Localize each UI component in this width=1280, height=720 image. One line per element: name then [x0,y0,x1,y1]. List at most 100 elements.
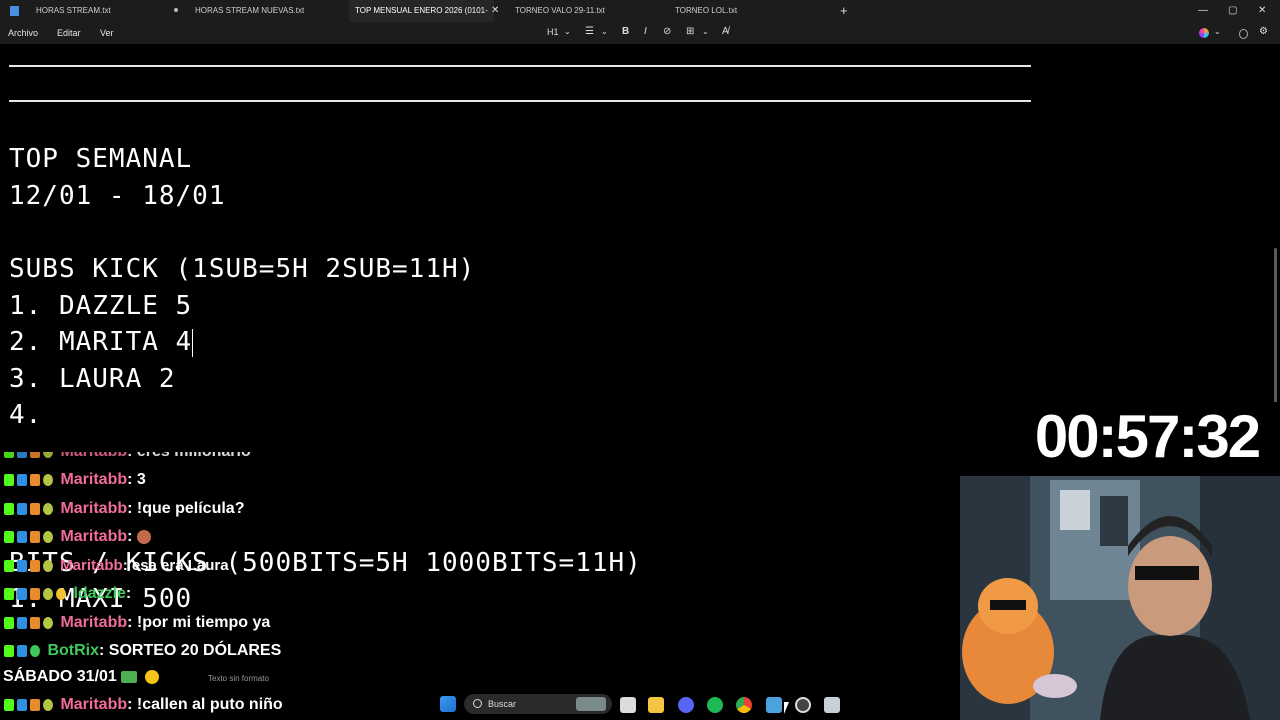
discord-icon[interactable] [678,697,694,713]
chat-username: BotRix [47,642,100,659]
tab-label: HORAS STREAM NUEVAS.txt [195,6,305,15]
account-icon[interactable] [1239,29,1248,39]
kick-badge-icon [4,473,14,486]
chat-text: : !por mi tiempo ya [127,614,271,631]
close-window-button[interactable]: ✕ [1258,0,1266,22]
notepad-app-icon [10,6,19,16]
copilot-icon[interactable] [1199,28,1209,38]
chat-text: : !callen al puto niño [127,696,283,713]
gift-badge-icon [30,530,40,543]
chat-username: Maritabb [60,614,128,631]
chat-text: : [127,528,137,545]
overlay-date-text: SÁBADO 31/01 [3,668,117,685]
webcam-feed [960,476,1280,720]
list-icon[interactable]: ☰ [585,22,594,42]
file-explorer-icon[interactable] [648,697,664,713]
chat-message: ldazzle: [4,582,131,606]
chrome-icon[interactable] [736,697,752,713]
tab-horas-stream-nuevas[interactable]: HORAS STREAM NUEVAS.txt [195,0,304,22]
chat-username: Maritabb [60,471,128,488]
moderator-badge-icon [17,530,27,543]
chevron-down-icon[interactable]: ⌄ [601,22,608,42]
tab-label: TOP MENSUAL ENERO 2026 (0101- [355,6,488,15]
minimize-button[interactable]: — [1198,0,1208,22]
sub-badge-icon [43,698,53,711]
gift-badge-icon [30,560,40,573]
moderator-badge-icon [17,644,27,657]
scrollbar[interactable] [1274,248,1277,418]
unsaved-dot-icon [174,8,178,12]
money-icon [121,670,138,683]
new-tab-button[interactable]: + [840,0,848,22]
chat-text: : SORTEO 20 DÓLARES [99,642,282,659]
close-tab-icon[interactable]: ✕ [491,0,499,22]
task-view-icon[interactable] [620,697,636,713]
obs-icon[interactable] [795,697,811,713]
spotify-icon[interactable] [707,697,723,713]
menu-bar: Archivo Editar Ver H1 ⌄ ☰ ⌄ B I ⊘ ⊞ ⌄ A̸… [0,22,1280,44]
sub-badge-icon [43,616,53,629]
subs-item: 1. DAZZLE 5 [9,291,193,321]
moderator-badge-icon [17,502,27,515]
tab-bar: HORAS STREAM.txt HORAS STREAM NUEVAS.txt… [0,0,1280,22]
tab-label: HORAS STREAM.txt [36,6,111,15]
verified-badge-icon [30,644,40,657]
overlay-date: SÁBADO 31/01 [3,667,162,687]
gift-badge-icon [30,587,40,600]
gear-icon[interactable]: ⚙ [1259,22,1268,42]
tab-label: TORNEO VALO 29-11.txt [515,6,605,15]
chat-message: Maritabb: 3 [4,468,146,492]
status-text: Texto sin formato [208,674,269,683]
menu-view[interactable]: Ver [100,22,114,44]
moderator-badge-icon [17,616,27,629]
kick-badge-icon [4,698,14,711]
chat-message: Maritabb: !callen al puto niño [4,693,283,717]
kick-badge-icon [4,502,14,515]
chat-username: Maritabb [60,696,128,713]
gift-badge-icon [30,616,40,629]
chevron-down-icon[interactable]: ⌄ [564,22,571,42]
link-icon[interactable]: ⊘ [663,22,671,42]
chat-username: Maritabb [60,528,128,545]
tab-torneo-valo[interactable]: TORNEO VALO 29-11.txt [515,0,605,22]
stream-timer: 00:57:32 [1014,402,1280,474]
italic-button[interactable]: I [644,22,647,42]
coin-badge-icon [56,587,66,600]
menu-edit[interactable]: Editar [57,22,81,44]
moderator-badge-icon [17,698,27,711]
chat-message: Maritabb: !por mi tiempo ya [4,611,270,635]
maximize-button[interactable]: ▢ [1228,0,1237,22]
chat-message: Maritabb: [4,525,154,549]
chat-text: : [125,585,132,602]
sub-badge-icon [43,587,53,600]
kick-badge-icon [4,530,14,543]
moderator-badge-icon [17,560,27,573]
search-placeholder: Buscar [488,699,517,709]
chat-text: : !que película? [127,500,245,517]
kick-badge-icon [4,644,14,657]
subs-item-with-caret: 2. MARITA 4 [9,327,194,357]
chevron-down-icon[interactable]: ⌄ [1214,22,1221,42]
gift-badge-icon [30,698,40,711]
kick-badge-icon [4,587,14,600]
menu-file[interactable]: Archivo [8,22,38,44]
heading-dropdown[interactable]: H1 [547,22,559,42]
taskbar-search[interactable]: Buscar [464,694,612,714]
sub-badge-icon [43,560,53,573]
windows-start-icon[interactable] [440,696,456,712]
tab-top-mensual[interactable]: TOP MENSUAL ENERO 2026 (0101- [349,0,494,22]
horizontal-rule [9,100,1031,102]
table-icon[interactable]: ⊞ [686,22,694,42]
gift-badge-icon [30,473,40,486]
calculator-icon[interactable] [824,697,840,713]
notepad-icon[interactable] [766,697,782,713]
tab-horas-stream[interactable]: HORAS STREAM.txt [36,0,111,22]
emoji-icon [144,669,159,684]
clear-formatting-icon[interactable]: A̸ [722,22,729,42]
chat-username: ldazzle [73,585,126,602]
chevron-down-icon[interactable]: ⌄ [702,22,709,42]
sub-badge-icon [43,473,53,486]
tab-torneo-lol[interactable]: TORNEO LOL.txt [675,0,737,22]
bold-button[interactable]: B [622,22,629,42]
mouse-cursor-icon [784,702,789,714]
